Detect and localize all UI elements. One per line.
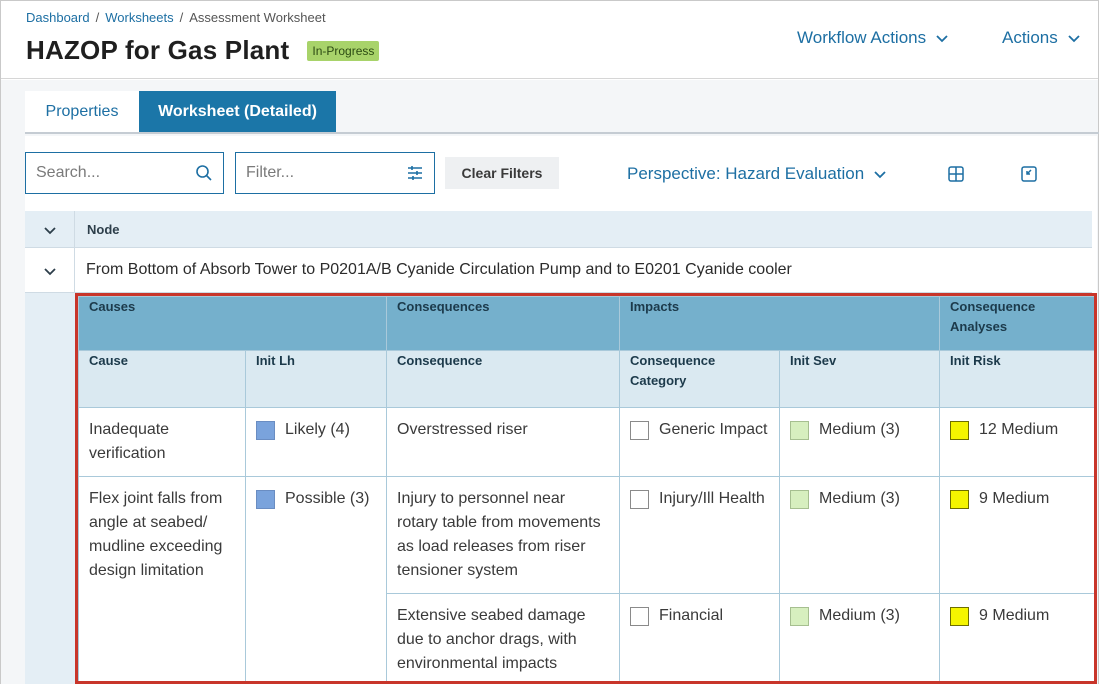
page-header: Dashboard / Worksheets / Assessment Work… <box>1 1 1098 79</box>
filter-field <box>235 152 435 194</box>
risk-swatch <box>950 421 970 440</box>
init-lh-value: Likely (4) <box>285 421 350 438</box>
risk-swatch <box>950 490 970 509</box>
group-header-causes: Causes <box>78 296 387 351</box>
status-badge: In-Progress <box>307 40 380 61</box>
init-sev-cell[interactable]: Medium (3) <box>778 593 941 681</box>
category-value: Financial <box>659 607 724 624</box>
group-header-impacts: Impacts <box>618 296 941 351</box>
init-risk-value: 9 Medium <box>979 607 1050 624</box>
init-lh-cell[interactable]: Possible (3) <box>245 476 387 681</box>
node-row: From Bottom of Absorb Tower to P0201A/B … <box>25 248 1092 293</box>
category-value: Generic Impact <box>659 421 768 438</box>
actions-menu[interactable]: Actions <box>1002 28 1082 48</box>
consequence-category-cell[interactable]: Generic Impact <box>619 407 780 477</box>
node-header-row: Node <box>25 211 1092 248</box>
node-column-header: Node <box>87 222 120 237</box>
breadcrumb-separator: / <box>179 10 184 25</box>
column-header-consequence-category[interactable]: Consequence Category <box>619 350 780 408</box>
severity-swatch <box>790 421 809 440</box>
consequence-cell[interactable]: Injury to personnel near rotary table fr… <box>386 476 620 594</box>
init-risk-cell[interactable]: 9 Medium <box>939 593 1094 681</box>
actions-label: Actions <box>1002 28 1058 47</box>
worksheet-grid-highlight: Causes Consequences Impacts Consequence … <box>75 293 1097 684</box>
tab-worksheet-detailed[interactable]: Worksheet (Detailed) <box>139 91 336 132</box>
node-gutter <box>25 293 75 684</box>
workflow-actions-label: Workflow Actions <box>797 28 927 47</box>
init-sev-value: Medium (3) <box>819 607 900 624</box>
risk-swatch <box>950 607 970 626</box>
category-checkbox[interactable] <box>630 607 649 626</box>
column-header-init-lh[interactable]: Init Lh <box>245 350 387 408</box>
group-header-consequences: Consequences <box>386 296 620 351</box>
severity-swatch <box>790 607 809 626</box>
init-sev-value: Medium (3) <box>819 490 900 507</box>
search-field <box>25 152 224 194</box>
chevron-down-icon <box>936 35 948 43</box>
category-value: Injury/Ill Health <box>659 490 765 507</box>
severity-swatch <box>790 490 809 509</box>
search-icon[interactable] <box>195 164 213 182</box>
table-row[interactable]: Flex joint falls from angle at seabed/ m… <box>78 476 1094 681</box>
filter-input[interactable] <box>246 164 396 182</box>
init-risk-cell[interactable]: 9 Medium <box>939 476 1094 594</box>
category-checkbox[interactable] <box>630 421 649 440</box>
likelihood-swatch <box>256 421 275 440</box>
init-risk-value: 12 Medium <box>979 421 1059 438</box>
node-description: From Bottom of Absorb Tower to P0201A/B … <box>86 261 792 278</box>
chevron-down-icon <box>1068 35 1080 43</box>
chevron-down-icon <box>43 226 56 234</box>
cause-cell[interactable]: Inadequate verification <box>78 407 246 477</box>
grid-layout-icon[interactable] <box>947 165 965 183</box>
column-header-cause[interactable]: Cause <box>78 350 246 408</box>
perspective-label: Perspective: Hazard Evaluation <box>627 164 865 183</box>
node-expand-toggle[interactable] <box>25 248 75 293</box>
perspective-dropdown[interactable]: Perspective: Hazard Evaluation <box>627 164 888 184</box>
breadcrumb-current: Assessment Worksheet <box>189 10 326 25</box>
consequence-cell[interactable]: Overstressed riser <box>386 407 620 477</box>
init-risk-cell[interactable]: 12 Medium <box>939 407 1094 477</box>
column-header-consequence[interactable]: Consequence <box>386 350 620 408</box>
likelihood-swatch <box>256 490 275 509</box>
worksheet-grid: Causes Consequences Impacts Consequence … <box>78 296 1094 681</box>
group-header-consequence-analyses: Consequence Analyses <box>939 296 1094 351</box>
clear-filters-button[interactable]: Clear Filters <box>445 157 559 189</box>
collapse-all-toggle[interactable] <box>25 211 75 248</box>
init-sev-value: Medium (3) <box>819 421 900 438</box>
breadcrumb: Dashboard / Worksheets / Assessment Work… <box>26 10 326 25</box>
chevron-down-icon <box>874 171 886 179</box>
title-row: HAZOP for Gas Plant In-Progress <box>26 35 380 66</box>
consequence-category-cell[interactable]: Injury/Ill Health <box>619 476 780 594</box>
init-lh-value: Possible (3) <box>285 490 370 507</box>
column-header-init-sev[interactable]: Init Sev <box>778 350 941 408</box>
column-header-init-risk[interactable]: Init Risk <box>939 350 1094 408</box>
tab-bar: Properties Worksheet (Detailed) <box>25 91 1099 134</box>
filter-settings-icon[interactable] <box>406 164 424 182</box>
breadcrumb-dashboard[interactable]: Dashboard <box>26 10 90 25</box>
consequence-cell[interactable]: Extensive seabed damage due to anchor dr… <box>386 593 620 681</box>
category-checkbox[interactable] <box>630 490 649 509</box>
init-sev-cell[interactable]: Medium (3) <box>778 476 941 594</box>
worksheet-panel: Clear Filters Perspective: Hazard Evalua… <box>25 136 1097 684</box>
tab-properties[interactable]: Properties <box>25 91 139 132</box>
cause-cell[interactable]: Flex joint falls from angle at seabed/ m… <box>78 476 246 681</box>
search-input[interactable] <box>36 164 186 182</box>
collapse-view-icon[interactable] <box>1020 165 1038 183</box>
init-risk-value: 9 Medium <box>979 490 1050 507</box>
init-sev-cell[interactable]: Medium (3) <box>778 407 941 477</box>
breadcrumb-separator: / <box>95 10 100 25</box>
breadcrumb-worksheets[interactable]: Worksheets <box>105 10 173 25</box>
init-lh-cell[interactable]: Likely (4) <box>245 407 387 477</box>
consequence-category-cell[interactable]: Financial <box>619 593 780 681</box>
table-row[interactable]: Inadequate verification Likely (4) Overs… <box>78 407 1094 477</box>
workflow-actions-menu[interactable]: Workflow Actions <box>797 28 950 48</box>
chevron-down-icon <box>43 267 56 275</box>
page-title: HAZOP for Gas Plant <box>26 35 290 65</box>
